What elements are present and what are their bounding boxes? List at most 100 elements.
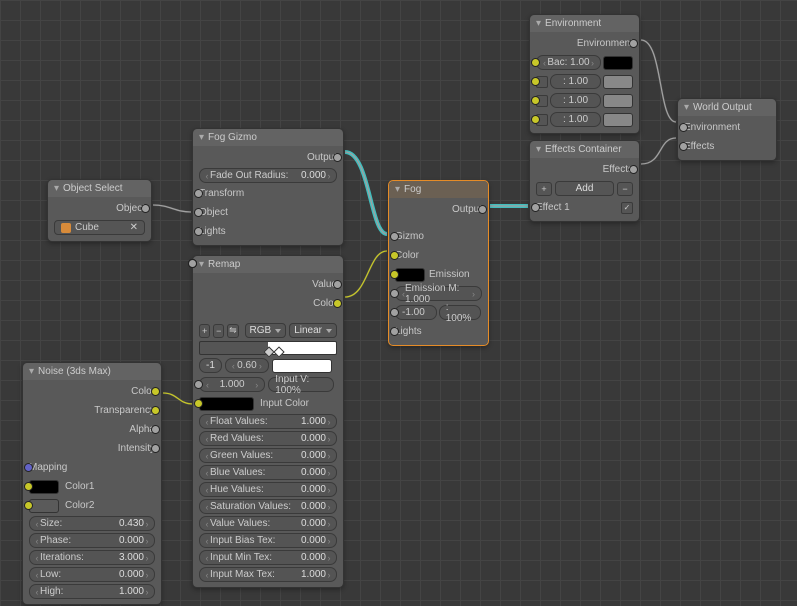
fade-out-radius[interactable]: ‹Fade Out Radius:0.000› — [199, 168, 337, 183]
val[interactable]: : 1.00 — [550, 112, 601, 127]
socket[interactable] — [390, 251, 399, 260]
val[interactable]: : 1.00 — [550, 74, 601, 89]
emission-mult[interactable]: ‹Emission M: 1.000› — [395, 286, 482, 301]
interp-dropdown[interactable]: Linear — [289, 323, 337, 338]
param-valuevalues[interactable]: ‹Value Values:0.000› — [199, 516, 337, 531]
remove-icon[interactable]: − — [213, 324, 224, 338]
socket[interactable] — [679, 142, 688, 151]
param-inputmintex[interactable]: ‹Input Min Tex:0.000› — [199, 550, 337, 565]
node-header[interactable]: ▾Fog Gizmo — [193, 129, 343, 146]
node-header[interactable]: ▾World Output — [678, 99, 776, 116]
remove-icon[interactable]: − — [617, 182, 633, 196]
socket[interactable] — [194, 380, 203, 389]
socket[interactable] — [390, 270, 399, 279]
node-noise[interactable]: ▾Noise (3ds Max) Color Transparency Alph… — [22, 362, 162, 605]
swatch[interactable] — [603, 94, 633, 108]
bg-swatch[interactable] — [603, 56, 633, 70]
param-size[interactable]: ‹Size:0.430› — [29, 516, 155, 531]
param-huevalues[interactable]: ‹Hue Values:0.000› — [199, 482, 337, 497]
color-swatch[interactable] — [29, 480, 59, 494]
stop-color[interactable] — [272, 359, 332, 373]
add-icon[interactable]: + — [199, 324, 210, 338]
bg-color-val[interactable]: ‹Bac: 1.00› — [536, 55, 601, 70]
node-effects-container[interactable]: ▾Effects Container Effects +Add− Effect … — [529, 140, 640, 222]
collapse-icon[interactable]: ▾ — [536, 18, 541, 29]
socket[interactable] — [390, 327, 399, 336]
val1[interactable]: -1.00 — [395, 305, 437, 320]
param-inputbiastex[interactable]: ‹Input Bias Tex:0.000› — [199, 533, 337, 548]
node-fog[interactable]: ▾Fog Output Gizmo Color Emission ‹Emissi… — [388, 180, 489, 346]
socket[interactable] — [390, 232, 399, 241]
val[interactable]: : 1.00 — [550, 93, 601, 108]
param-low[interactable]: ‹Low:0.000› — [29, 567, 155, 582]
socket[interactable] — [478, 205, 487, 214]
collapse-icon[interactable]: ▾ — [54, 183, 59, 194]
node-header[interactable]: ▾Object Select — [48, 180, 151, 197]
param-high[interactable]: ‹High:1.000› — [29, 584, 155, 599]
node-header[interactable]: ▾Effects Container — [530, 141, 639, 158]
socket[interactable] — [531, 115, 540, 124]
object-picker[interactable]: Cube✕ — [54, 220, 145, 235]
node-world-output[interactable]: ▾World Output Environment Effects — [677, 98, 777, 161]
collapse-icon[interactable]: ▾ — [29, 366, 34, 377]
node-object-select[interactable]: ▾Object Select Object Cube✕ — [47, 179, 152, 242]
socket[interactable] — [390, 308, 399, 317]
param-redvalues[interactable]: ‹Red Values:0.000› — [199, 431, 337, 446]
flip-icon[interactable]: ⇋ — [227, 324, 238, 338]
param-floatvalues[interactable]: ‹Float Values:1.000› — [199, 414, 337, 429]
node-fog-gizmo[interactable]: ▾Fog Gizmo Output ‹Fade Out Radius:0.000… — [192, 128, 344, 246]
node-header[interactable]: ▾Environment — [530, 15, 639, 32]
input-color-swatch[interactable] — [199, 397, 254, 411]
socket[interactable] — [333, 280, 342, 289]
socket[interactable] — [24, 482, 33, 491]
socket-out[interactable] — [141, 204, 150, 213]
socket[interactable] — [531, 77, 540, 86]
collapse-icon[interactable]: ▾ — [684, 102, 689, 113]
socket[interactable] — [531, 203, 540, 212]
mode-dropdown[interactable]: RGB — [245, 323, 287, 338]
socket[interactable] — [333, 153, 342, 162]
socket[interactable] — [24, 463, 33, 472]
socket[interactable] — [531, 58, 540, 67]
collapse-icon[interactable]: ▾ — [199, 259, 204, 270]
emission-swatch[interactable] — [395, 268, 425, 282]
swatch[interactable] — [603, 75, 633, 89]
socket[interactable] — [679, 123, 688, 132]
input-value-pct[interactable]: Input V: 100% — [268, 377, 334, 392]
collapse-icon[interactable]: ▾ — [395, 184, 400, 195]
socket[interactable] — [629, 39, 638, 48]
node-header[interactable]: ▾Remap — [193, 256, 343, 273]
effect-toggle[interactable]: ✓ — [621, 202, 633, 214]
add-icon[interactable]: + — [536, 182, 552, 196]
socket[interactable] — [531, 96, 540, 105]
swatch[interactable] — [603, 113, 633, 127]
socket[interactable] — [390, 289, 399, 298]
socket[interactable] — [194, 189, 203, 198]
color-stop[interactable] — [273, 346, 284, 357]
socket[interactable] — [188, 259, 197, 268]
socket[interactable] — [333, 299, 342, 308]
socket[interactable] — [151, 406, 160, 415]
socket[interactable] — [151, 444, 160, 453]
param-phase[interactable]: ‹Phase:0.000› — [29, 533, 155, 548]
node-remap[interactable]: ▾Remap Value Color + − ⇋ RGB Linear -1 ‹… — [192, 255, 344, 588]
socket[interactable] — [151, 387, 160, 396]
node-environment[interactable]: ▾Environment Environment ‹Bac: 1.00› : 1… — [529, 14, 640, 134]
collapse-icon[interactable]: ▾ — [536, 144, 541, 155]
param-bluevalues[interactable]: ‹Blue Values:0.000› — [199, 465, 337, 480]
index-field[interactable]: -1 — [199, 358, 222, 373]
param-saturationvalues[interactable]: ‹Saturation Values:0.000› — [199, 499, 337, 514]
collapse-icon[interactable]: ▾ — [199, 132, 204, 143]
param-inputmaxtex[interactable]: ‹Input Max Tex:1.000› — [199, 567, 337, 582]
pos-field[interactable]: ‹0.60› — [225, 358, 269, 373]
param-iterations[interactable]: ‹Iterations:3.000› — [29, 550, 155, 565]
socket[interactable] — [194, 399, 203, 408]
node-header[interactable]: ▾Fog — [389, 181, 488, 198]
val2[interactable]: : 100% — [439, 305, 481, 320]
socket[interactable] — [24, 501, 33, 510]
node-header[interactable]: ▾Noise (3ds Max) — [23, 363, 161, 380]
socket[interactable] — [194, 208, 203, 217]
socket[interactable] — [194, 227, 203, 236]
param-greenvalues[interactable]: ‹Green Values:0.000› — [199, 448, 337, 463]
gradient-ramp[interactable] — [199, 341, 337, 355]
